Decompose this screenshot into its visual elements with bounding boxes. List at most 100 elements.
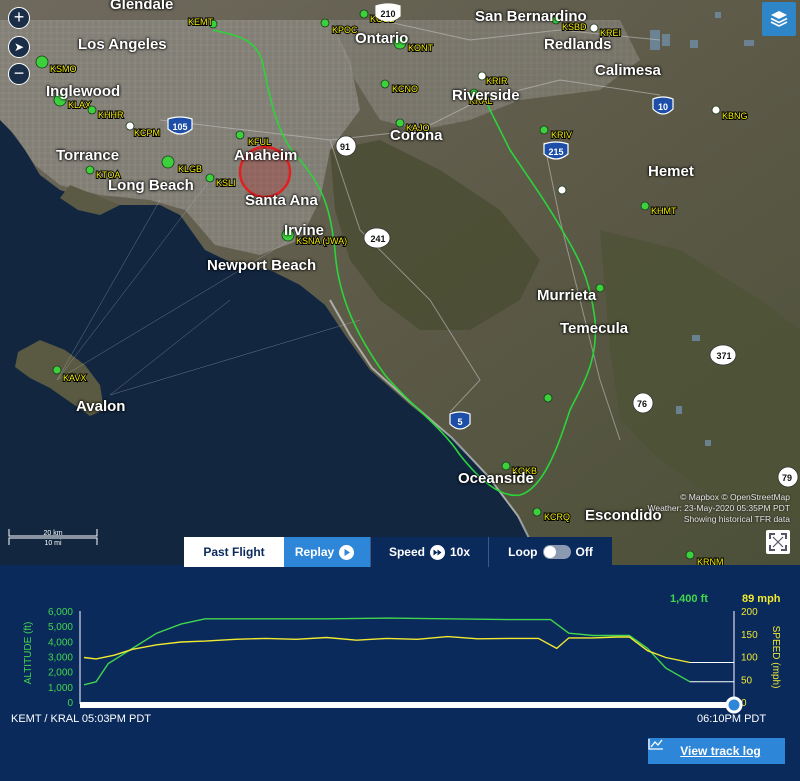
airport-dot-icon[interactable] — [320, 18, 330, 28]
compass-icon[interactable]: ➤ — [8, 36, 30, 58]
airport-dot-icon[interactable] — [235, 130, 245, 140]
airport-marker[interactable]: KEMT — [187, 16, 218, 29]
flight-profile-panel: ALTITUDE (ft) SPEED (mph) 6,000 5,000 4,00… — [0, 567, 800, 781]
view-track-log-button[interactable]: View track log — [648, 738, 785, 764]
highway-number: 79 — [782, 473, 792, 483]
city-label: Anaheim — [234, 147, 298, 164]
replay-label: Replay — [294, 545, 335, 559]
highway-shield: 241 — [363, 227, 391, 249]
loop-toggle[interactable]: Loop Off — [488, 537, 612, 567]
airport-code-label: KCPM — [134, 128, 160, 138]
city-label: Newport Beach — [207, 257, 317, 274]
highway-shield: 5 — [449, 411, 471, 430]
highway-number: 105 — [172, 122, 187, 132]
zoom-out-button[interactable]: − — [8, 63, 30, 85]
city-label: Long Beach — [108, 177, 194, 194]
airport-code-label: KSMO — [50, 64, 77, 74]
city-label: Riverside — [452, 87, 520, 104]
loop-value: Off — [575, 545, 593, 559]
airport-dot-icon[interactable] — [711, 105, 721, 115]
airport-code-label: KCRQ — [544, 512, 570, 522]
airport-dot-icon[interactable] — [685, 550, 695, 560]
toggle-switch-icon[interactable] — [542, 545, 571, 559]
airport-code-label: KLGB — [178, 164, 202, 174]
map-view[interactable]: KEMT KSMO KLAX KHHR KCPM KTOA KLGB KSLI KFUL KSNA… — [0, 0, 800, 565]
attribution-weather: Weather: 23-May-2020 05:35PM PDT — [647, 503, 790, 513]
airport-dot-icon[interactable] — [359, 9, 369, 19]
speed-tick-label: 100 — [741, 653, 758, 664]
airport-dot-icon[interactable] — [532, 507, 542, 517]
altitude-tick-label: 5,000 — [48, 622, 73, 633]
airport-dot-icon[interactable] — [595, 283, 605, 293]
scrubber-handle[interactable] — [725, 696, 743, 714]
airport-dot-icon[interactable] — [557, 185, 567, 195]
airport-dot-icon[interactable] — [205, 173, 215, 183]
city-label: Corona — [390, 127, 443, 144]
replay-button[interactable]: Replay — [284, 537, 370, 567]
fullscreen-button[interactable] — [766, 530, 790, 554]
zoom-in-button[interactable]: + — [8, 7, 30, 29]
city-label: Murrieta — [537, 287, 597, 304]
highway-shield: 79 — [777, 466, 799, 488]
loop-label: Loop — [508, 545, 538, 559]
highway-shield: 371 — [709, 344, 737, 366]
highway-number: 371 — [716, 351, 731, 361]
airport-code-label: KRIR — [486, 76, 508, 86]
airport-code-label: KFUL — [248, 137, 271, 147]
airport-dot-icon[interactable] — [640, 201, 650, 211]
highway-shield: 105 — [167, 116, 193, 135]
airport-dot-icon[interactable] — [380, 79, 390, 89]
highway-number: 215 — [548, 147, 563, 157]
airport-dot-icon[interactable] — [539, 125, 549, 135]
map-attribution: © Mapbox © OpenStreetMap Weather: 23-May… — [647, 492, 790, 525]
current-altitude: 1,400 ft — [670, 593, 708, 605]
airport-dot-icon[interactable] — [161, 155, 175, 169]
speed-button[interactable]: Speed 10x — [370, 537, 488, 567]
highway-shield: 215 — [543, 141, 569, 160]
past-flight-label: Past Flight — [203, 545, 265, 559]
airport-dot-icon[interactable] — [35, 55, 49, 69]
airport-dot-icon[interactable] — [52, 365, 62, 375]
city-label: Inglewood — [46, 83, 121, 100]
speed-label: Speed — [388, 545, 425, 559]
past-flight-tab[interactable]: Past Flight — [184, 537, 284, 567]
highway-number: 241 — [370, 234, 385, 244]
city-label: Santa Ana — [245, 192, 318, 209]
layers-button[interactable] — [762, 2, 796, 36]
city-label: Ontario — [355, 30, 409, 47]
altitude-tick-label: 0 — [67, 698, 73, 709]
speed-value: 10x — [449, 545, 471, 559]
attribution-credit[interactable]: © Mapbox © OpenStreetMap — [647, 492, 790, 503]
airport-marker[interactable] — [543, 393, 553, 403]
airport-dot-icon[interactable] — [543, 393, 553, 403]
city-label: Los Angeles — [78, 36, 167, 53]
airport-dot-icon[interactable] — [477, 71, 487, 81]
city-label: Hemet — [648, 163, 694, 180]
highway-number: 76 — [637, 399, 647, 409]
speed-axis-label: SPEED (mph) — [770, 626, 781, 689]
highway-number: 91 — [340, 142, 350, 152]
airport-code-label: KHHR — [98, 110, 124, 120]
city-label: Irvine — [284, 222, 325, 239]
playback-controls: Past Flight Replay Speed 10x Loop Off — [184, 537, 612, 567]
airport-marker[interactable] — [557, 185, 567, 195]
highway-number: 10 — [658, 102, 668, 112]
airport-marker[interactable] — [595, 283, 605, 293]
airport-code-label: KONT — [408, 43, 434, 53]
speed-tick-label: 200 — [741, 607, 758, 618]
highway-shield: 91 — [335, 135, 357, 157]
altitude-tick-label: 6,000 — [48, 607, 73, 618]
airport-dot-icon[interactable] — [125, 121, 135, 131]
airport-dot-icon[interactable] — [85, 165, 95, 175]
altitude-axis-label: ALTITUDE (ft) — [23, 622, 34, 685]
city-label: Torrance — [56, 147, 120, 164]
airport-dot-icon[interactable] — [501, 461, 511, 471]
fast-forward-icon — [429, 544, 445, 560]
speed-tick-label: 50 — [741, 675, 753, 686]
highway-number: 210 — [380, 9, 395, 19]
airport-dot-icon[interactable] — [589, 23, 599, 33]
airport-dot-icon[interactable] — [395, 118, 405, 128]
altitude-tick-label: 3,000 — [48, 653, 73, 664]
airport-code-label: KEMT — [188, 17, 214, 27]
airport-dot-icon[interactable] — [87, 105, 97, 115]
